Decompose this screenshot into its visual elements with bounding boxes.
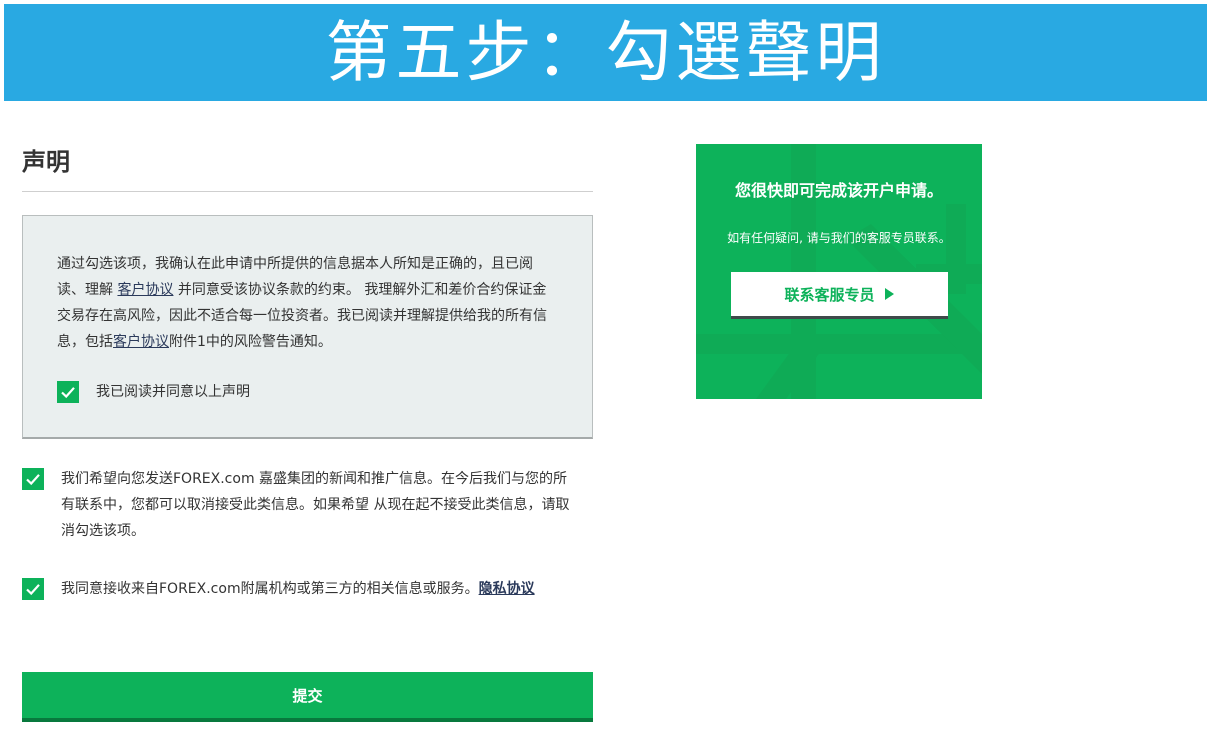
submit-button[interactable]: 提交	[22, 672, 593, 722]
third-party-opt-in-checkbox[interactable]	[22, 577, 44, 600]
agree-declaration-label: 我已阅读并同意以上声明	[96, 383, 250, 400]
third-party-opt-in-label: 我同意接收来自FOREX.com附属机构或第三方的相关信息或服务。隐私协议	[61, 580, 535, 597]
step-title: 第五步：勾選聲明	[325, 13, 886, 91]
checkmark-icon	[26, 583, 40, 595]
section-divider	[22, 190, 593, 192]
checkmark-icon	[61, 386, 75, 398]
client-agreement-link-2[interactable]: 客户协议	[113, 334, 169, 350]
step-banner: 第五步：勾選聲明	[4, 4, 1207, 101]
section-heading: 声明	[22, 148, 70, 176]
contact-support-label: 联系客服专员	[784, 285, 875, 304]
marketing-opt-in-label: 我们希望向您发送FOREX.com 嘉盛集团的新闻和推广信息。在今后我们与您的所…	[61, 470, 570, 539]
contact-support-button[interactable]: 联系客服专员	[730, 272, 948, 319]
play-arrow-icon	[884, 288, 894, 300]
marketing-opt-in-row: 我们希望向您发送FOREX.com 嘉盛集团的新闻和推广信息。在今后我们与您的所…	[22, 466, 593, 544]
agree-declaration-row: 我已阅读并同意以上声明	[57, 379, 558, 405]
third-party-opt-in-row: 我同意接收来自FOREX.com附属机构或第三方的相关信息或服务。隐私协议	[22, 576, 593, 602]
help-subtext: 如有任何疑问, 请与我们的客服专员联系。	[727, 231, 951, 245]
declaration-section: 声明 通过勾选该项，我确认在此申请中所提供的信息据本人所知是正确的，且已阅读、理…	[22, 140, 593, 602]
agree-declaration-checkbox[interactable]	[57, 380, 79, 403]
help-headline: 您很快即可完成该开户申请。	[734, 181, 943, 200]
declaration-box: 通过勾选该项，我确认在此申请中所提供的信息据本人所知是正确的，且已阅读、理解 客…	[22, 214, 593, 439]
privacy-policy-link[interactable]: 隐私协议	[479, 581, 535, 597]
help-panel: 您很快即可完成该开户申请。 如有任何疑问, 请与我们的客服专员联系。 联系客服专…	[696, 144, 982, 399]
checkmark-icon	[26, 473, 40, 485]
help-panel-content: 您很快即可完成该开户申请。 如有任何疑问, 请与我们的客服专员联系。 联系客服专…	[696, 144, 982, 319]
marketing-opt-in-checkbox[interactable]	[22, 467, 44, 490]
declaration-text: 通过勾选该项，我确认在此申请中所提供的信息据本人所知是正确的，且已阅读、理解 客…	[57, 255, 547, 350]
client-agreement-link[interactable]: 客户协议	[117, 282, 173, 298]
